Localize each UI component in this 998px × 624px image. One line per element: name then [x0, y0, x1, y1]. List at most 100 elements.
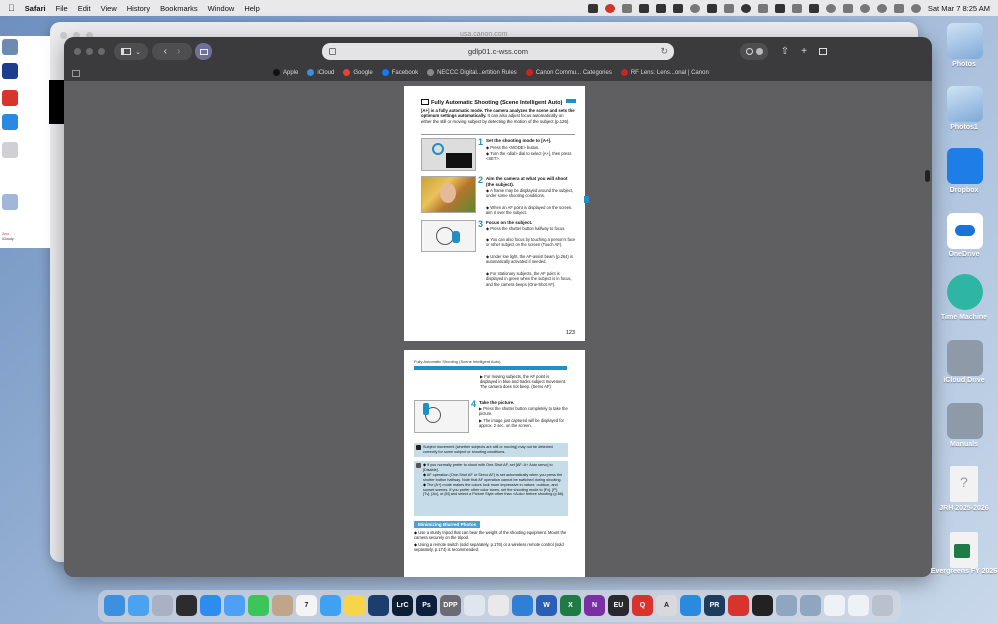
sidebar-toggle-button[interactable]: ⌄: [114, 43, 148, 60]
back-button[interactable]: ‹: [164, 46, 167, 57]
strip-icon-1[interactable]: [2, 39, 18, 55]
forward-button[interactable]: ›: [177, 46, 180, 57]
photos1-folder-icon[interactable]: [947, 86, 983, 122]
safari-window[interactable]: ⌄ ‹ › gdlp01.c-wss.com ↻ ⇧ + Apple iClou…: [64, 37, 932, 577]
control-center-icon[interactable]: [893, 3, 904, 13]
dock-app-quicken[interactable]: Q: [632, 595, 653, 616]
menu-file[interactable]: File: [56, 4, 68, 13]
time-machine-icon[interactable]: [947, 274, 983, 310]
desktop-icon-label[interactable]: Time Machine: [929, 314, 998, 322]
dock-app-launchpad[interactable]: [152, 595, 173, 616]
dock-app-word[interactable]: W: [536, 595, 557, 616]
menubar-clock[interactable]: Sat Mar 7 8:25 AM: [928, 4, 990, 13]
app-menu[interactable]: Safari: [25, 4, 46, 13]
grid-icon[interactable]: [72, 70, 80, 77]
manuals-folder-icon[interactable]: [947, 403, 983, 439]
extensions-button[interactable]: [740, 43, 768, 60]
desktop-icon-label[interactable]: OneDrive: [929, 251, 998, 259]
minimize-window-button[interactable]: [86, 48, 93, 55]
battery-icon[interactable]: [808, 3, 819, 13]
favorite-link[interactable]: NECCC Digital...ertition Rules: [427, 69, 517, 76]
activity-icon[interactable]: [757, 3, 768, 13]
pdf-viewer[interactable]: Fully Automatic Shooting (Scene Intellig…: [64, 81, 932, 577]
display-mirror-icon[interactable]: [774, 3, 785, 13]
dock-app-onenote[interactable]: N: [584, 595, 605, 616]
strip-icon-6[interactable]: [2, 194, 18, 210]
address-bar[interactable]: gdlp01.c-wss.com ↻: [322, 43, 674, 60]
desktop-icon-label[interactable]: iCloud Drive: [929, 377, 998, 385]
dock-app-document[interactable]: [824, 595, 845, 616]
desktop-icon-label[interactable]: Manuals: [929, 441, 998, 449]
dock-app-excel[interactable]: X: [560, 595, 581, 616]
strip-icon-2[interactable]: [2, 63, 18, 79]
close-window-button[interactable]: [74, 48, 81, 55]
dock-app-mission-control[interactable]: [176, 595, 197, 616]
new-tab-button[interactable]: +: [797, 43, 811, 60]
dock-app-finder[interactable]: [104, 595, 125, 616]
favorite-link[interactable]: Canon Commu... Categories: [525, 69, 612, 76]
gauge-icon[interactable]: [604, 3, 615, 13]
photos-folder-icon[interactable]: [947, 23, 983, 59]
favorite-link[interactable]: Apple: [273, 69, 298, 76]
menu-bookmarks[interactable]: Bookmarks: [160, 4, 198, 13]
dock-app-bluetooth[interactable]: [512, 595, 533, 616]
spotlight-icon[interactable]: [876, 3, 887, 13]
strip-icon-5[interactable]: [2, 142, 18, 158]
dock-app-camera-connect[interactable]: [368, 595, 389, 616]
dock-app-windows-app[interactable]: [680, 595, 701, 616]
apple-menu-icon[interactable]: : [8, 3, 15, 13]
dock-app-notes[interactable]: [344, 595, 365, 616]
calendar-status-icon[interactable]: [672, 3, 683, 13]
dock-app-toolbox[interactable]: [728, 595, 749, 616]
dock-app-preview[interactable]: [464, 595, 485, 616]
dock-app-contacts[interactable]: [272, 595, 293, 616]
onedrive-icon[interactable]: [947, 213, 983, 249]
share-button[interactable]: ⇧: [778, 43, 792, 60]
menu-window[interactable]: Window: [208, 4, 235, 13]
siri-icon[interactable]: [910, 3, 921, 13]
wifi-icon[interactable]: [859, 3, 870, 13]
favorite-link[interactable]: iCloud: [307, 69, 334, 76]
scrollbar-thumb[interactable]: [925, 170, 930, 182]
dock-app-folder-b[interactable]: [800, 595, 821, 616]
display-icon[interactable]: [587, 3, 598, 13]
badge-status-icon[interactable]: [740, 3, 751, 13]
dock-app-topaz[interactable]: [752, 595, 773, 616]
desktop-icon-label[interactable]: Photos: [929, 61, 998, 69]
dock-app-digital-photo-professional[interactable]: DPP: [440, 595, 461, 616]
menu-history[interactable]: History: [127, 4, 150, 13]
strip-icon-3[interactable]: [2, 90, 18, 106]
desktop-icon-label[interactable]: Photos1: [929, 124, 998, 132]
dock-app-eos-utility[interactable]: EU: [608, 595, 629, 616]
dock-app-mail[interactable]: [224, 595, 245, 616]
desktop-icon-label[interactable]: Dropbox: [929, 187, 998, 195]
dock-app-messages[interactable]: [248, 595, 269, 616]
document-icon[interactable]: ?: [950, 466, 978, 502]
dock-app-app-store[interactable]: [200, 595, 221, 616]
dock-app-photoshop[interactable]: Ps: [416, 595, 437, 616]
favorite-link[interactable]: Facebook: [381, 69, 418, 76]
dock-app-icloud[interactable]: [128, 595, 149, 616]
reader-view-button[interactable]: [195, 43, 212, 60]
dropbox-folder-icon[interactable]: [947, 148, 983, 184]
dock-app-font-book[interactable]: A: [656, 595, 677, 616]
menu-edit[interactable]: Edit: [78, 4, 91, 13]
icloud-drive-folder-icon[interactable]: [947, 340, 983, 376]
bluetooth-icon[interactable]: [825, 3, 836, 13]
dock-app-picture-resize[interactable]: PR: [704, 595, 725, 616]
tab-overview-button[interactable]: [816, 43, 830, 60]
zoom-window-button[interactable]: [98, 48, 105, 55]
malwarebytes-icon[interactable]: [655, 3, 666, 13]
arrow-status-icon[interactable]: [706, 3, 717, 13]
dock-app-calendar[interactable]: 7: [296, 595, 317, 616]
reload-icon[interactable]: ↻: [660, 46, 668, 57]
favorite-link[interactable]: Google: [343, 69, 373, 76]
dock-app-trash[interactable]: [872, 595, 893, 616]
excel-document-icon[interactable]: [950, 532, 978, 568]
time-machine-icon[interactable]: [842, 3, 853, 13]
dock-app-document-2[interactable]: [848, 595, 869, 616]
desktop-icon-label[interactable]: JRH 2025-2026: [929, 505, 998, 513]
background-app-strip[interactable]: Zero iCloudy: [0, 36, 50, 248]
desktop-icon-label[interactable]: Evergreens FY 2026: [929, 568, 998, 576]
favorite-link[interactable]: RF Lens: Lens...onal | Canon: [620, 69, 709, 76]
